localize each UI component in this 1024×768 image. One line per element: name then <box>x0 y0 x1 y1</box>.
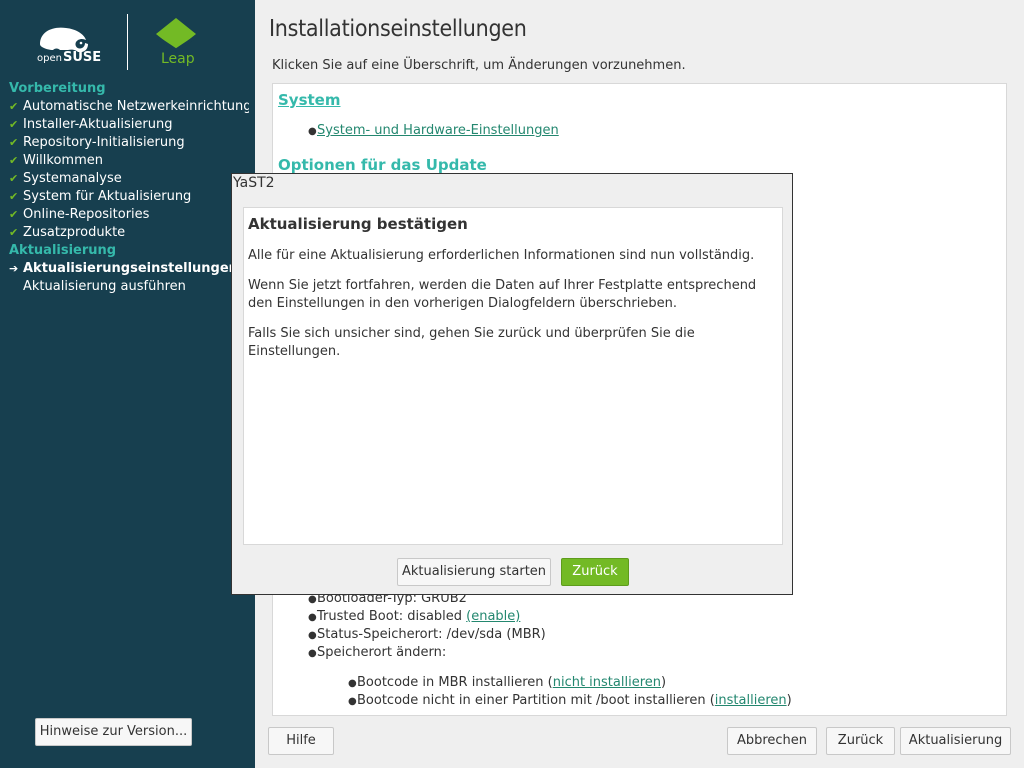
leap-logo <box>156 18 196 52</box>
release-notes-button[interactable]: Hinweise zur Version... <box>35 718 192 746</box>
svg-text:SUSE: SUSE <box>63 50 101 64</box>
checkmark-icon: ✔ <box>9 136 19 149</box>
dialog-back-button[interactable]: Zurück <box>561 558 629 586</box>
step-online-repositories: ✔ Online-Repositories <box>9 207 150 222</box>
help-button[interactable]: Hilfe <box>268 727 334 755</box>
step-system-for-update: ✔ System für Aktualisierung <box>9 189 192 204</box>
list-item: ●Speicherort ändern: <box>308 645 447 660</box>
mbr-do-not-install-link[interactable]: nicht installieren <box>553 675 661 690</box>
update-options-heading[interactable]: Optionen für das Update <box>278 156 487 174</box>
enable-trusted-boot-link[interactable]: (enable) <box>466 609 520 624</box>
step-update-settings: ➔ Aktualisierungseinstellungen <box>9 261 238 276</box>
dialog-paragraph: Alle für eine Aktualisierung erforderlic… <box>248 248 755 263</box>
list-item: ●Trusted Boot: disabled (enable) <box>308 609 521 624</box>
list-item: ●System- und Hardware-Einstellungen <box>308 123 559 138</box>
checkmark-icon: ✔ <box>9 118 19 131</box>
opensuse-logo: open SUSE <box>37 27 101 64</box>
logo-area: open SUSE Leap <box>0 0 255 80</box>
change-location-label: Speicherort ändern: <box>317 645 447 660</box>
step-system-analysis: ✔ Systemanalyse <box>9 171 122 186</box>
leap-product-label: Leap <box>161 51 195 67</box>
svg-text:open: open <box>37 53 62 64</box>
system-hardware-link[interactable]: System- und Hardware-Einstellungen <box>317 123 559 138</box>
system-heading-link[interactable]: System <box>278 91 340 109</box>
sidebar: open SUSE Leap Vorbereitung ✔ Automatisch… <box>0 0 255 768</box>
dialog-paragraph: Wenn Sie jetzt fortfahren, werden die Da… <box>248 278 757 311</box>
arrow-right-icon: ➔ <box>9 262 19 275</box>
step-welcome: ✔ Willkommen <box>9 153 103 168</box>
page-title: Installationseinstellungen <box>269 16 527 42</box>
section-heading-preparation: Vorbereitung <box>9 81 106 96</box>
section-heading-update: Aktualisierung <box>9 243 117 258</box>
checkmark-icon: ✔ <box>9 100 19 113</box>
list-item: ●Bootcode in MBR installieren (nicht ins… <box>348 675 667 690</box>
checkmark-icon: ✔ <box>9 190 19 203</box>
step-perform-update: Aktualisierung ausführen <box>23 279 186 294</box>
step-add-on-products: ✔ Zusatzprodukte <box>9 225 126 240</box>
list-item: ●Status-Speicherort: /dev/sda (MBR) <box>308 627 546 642</box>
abort-button[interactable]: Abbrechen <box>727 727 817 755</box>
update-button[interactable]: Aktualisierung <box>900 727 1011 755</box>
dialog-paragraph: Falls Sie sich unsicher sind, gehen Sie … <box>248 326 695 359</box>
step-network-setup: ✔ Automatische Netzwerkeinrichtung <box>9 99 249 114</box>
checkmark-icon: ✔ <box>9 172 19 185</box>
dialog-content: Aktualisierung bestätigen Alle für eine … <box>243 207 783 545</box>
step-installer-update: ✔ Installer-Aktualisierung <box>9 117 173 132</box>
logo-divider <box>127 14 128 70</box>
confirm-update-dialog: YaST2 Aktualisierung bestätigen Alle für… <box>231 173 793 595</box>
dialog-title: YaST2 <box>233 175 275 191</box>
partition-install-link[interactable]: installieren <box>715 693 787 708</box>
checkmark-icon: ✔ <box>9 226 19 239</box>
checkmark-icon: ✔ <box>9 154 19 167</box>
page-subtitle: Klicken Sie auf eine Überschrift, um Änd… <box>272 58 686 73</box>
status-location: Status-Speicherort: /dev/sda (MBR) <box>317 627 546 642</box>
list-item: ●Bootcode nicht in einer Partition mit /… <box>348 693 792 708</box>
installation-steps: Vorbereitung ✔ Automatische Netzwerkeinri… <box>9 80 249 296</box>
dialog-heading: Aktualisierung bestätigen <box>248 215 468 233</box>
back-button[interactable]: Zurück <box>826 727 895 755</box>
checkmark-icon: ✔ <box>9 208 19 221</box>
step-repository-init: ✔ Repository-Initialisierung <box>9 135 185 150</box>
start-update-button[interactable]: Aktualisierung starten <box>397 558 551 586</box>
